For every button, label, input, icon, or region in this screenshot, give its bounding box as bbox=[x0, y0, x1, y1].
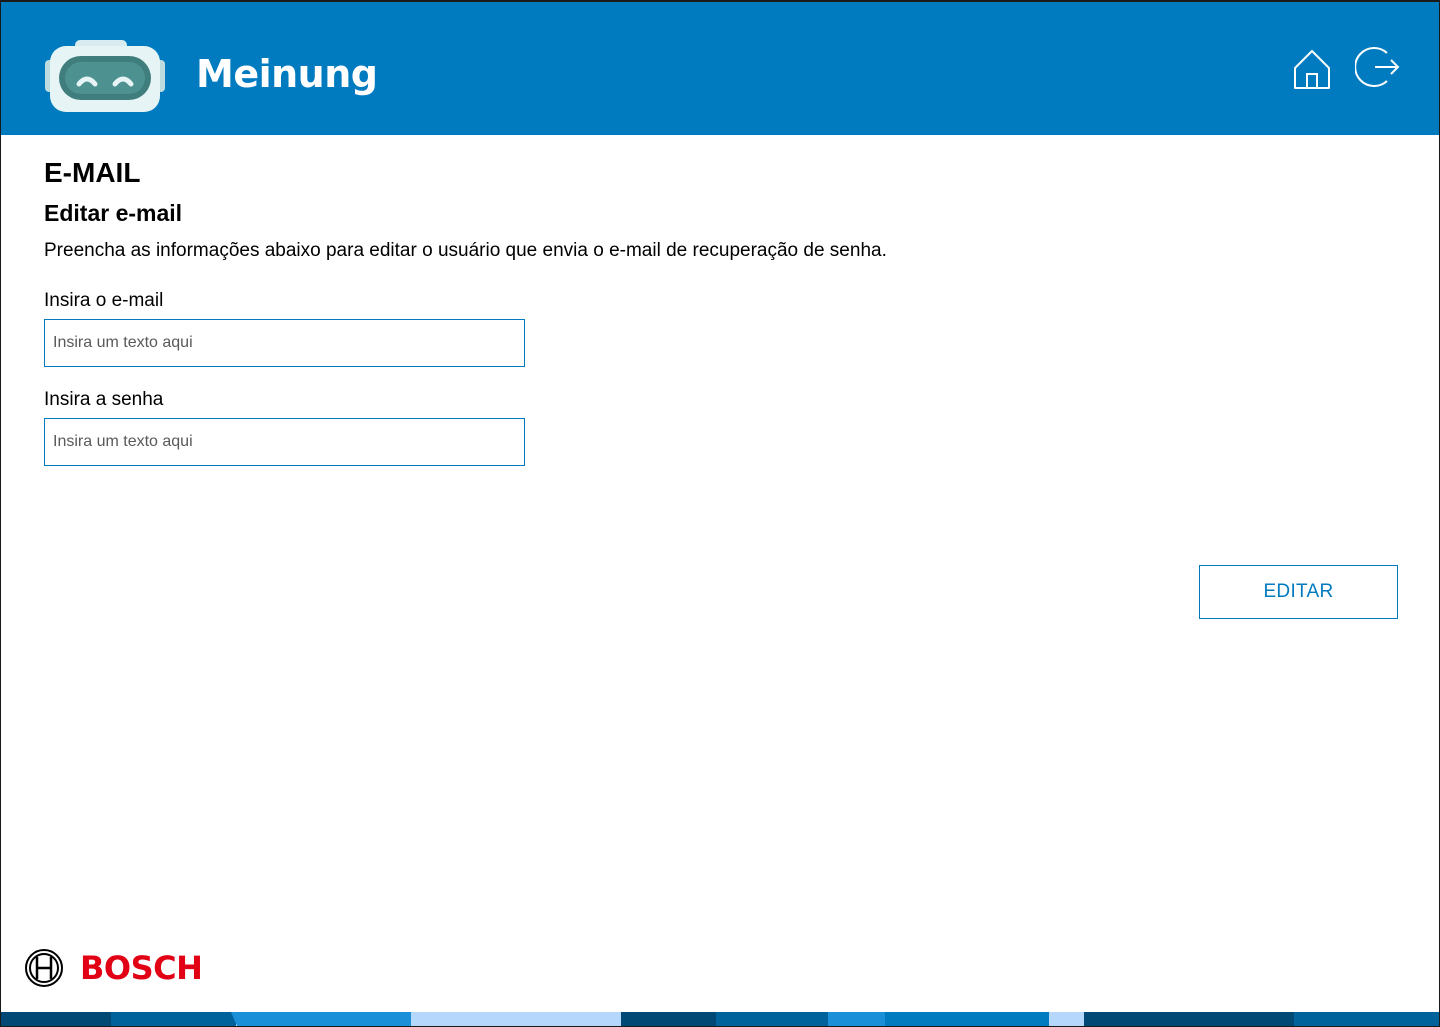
robot-mascot-logo bbox=[45, 40, 165, 112]
logout-button[interactable] bbox=[1354, 44, 1400, 90]
email-input[interactable] bbox=[44, 319, 525, 367]
bosch-armature-icon bbox=[25, 949, 63, 987]
email-label: Insira o e-mail bbox=[44, 290, 164, 311]
edit-button[interactable]: EDITAR bbox=[1199, 565, 1398, 619]
bosch-logo: BOSCH bbox=[24, 947, 204, 989]
app-title: Meinung bbox=[196, 52, 378, 96]
footer-supergraphic bbox=[1, 1012, 1439, 1026]
password-label: Insira a senha bbox=[44, 389, 164, 410]
page-title: E-MAIL bbox=[44, 157, 141, 188]
home-button[interactable] bbox=[1290, 46, 1334, 92]
password-input[interactable] bbox=[44, 418, 525, 466]
brand-name: BOSCH bbox=[80, 949, 203, 987]
section-title: Editar e-mail bbox=[44, 200, 183, 226]
page-description: Preencha as informações abaixo para edit… bbox=[44, 240, 887, 261]
app-frame bbox=[0, 0, 1440, 1027]
app-header: Meinung bbox=[1, 2, 1439, 135]
logout-icon bbox=[1354, 47, 1400, 87]
home-icon bbox=[1294, 50, 1330, 89]
